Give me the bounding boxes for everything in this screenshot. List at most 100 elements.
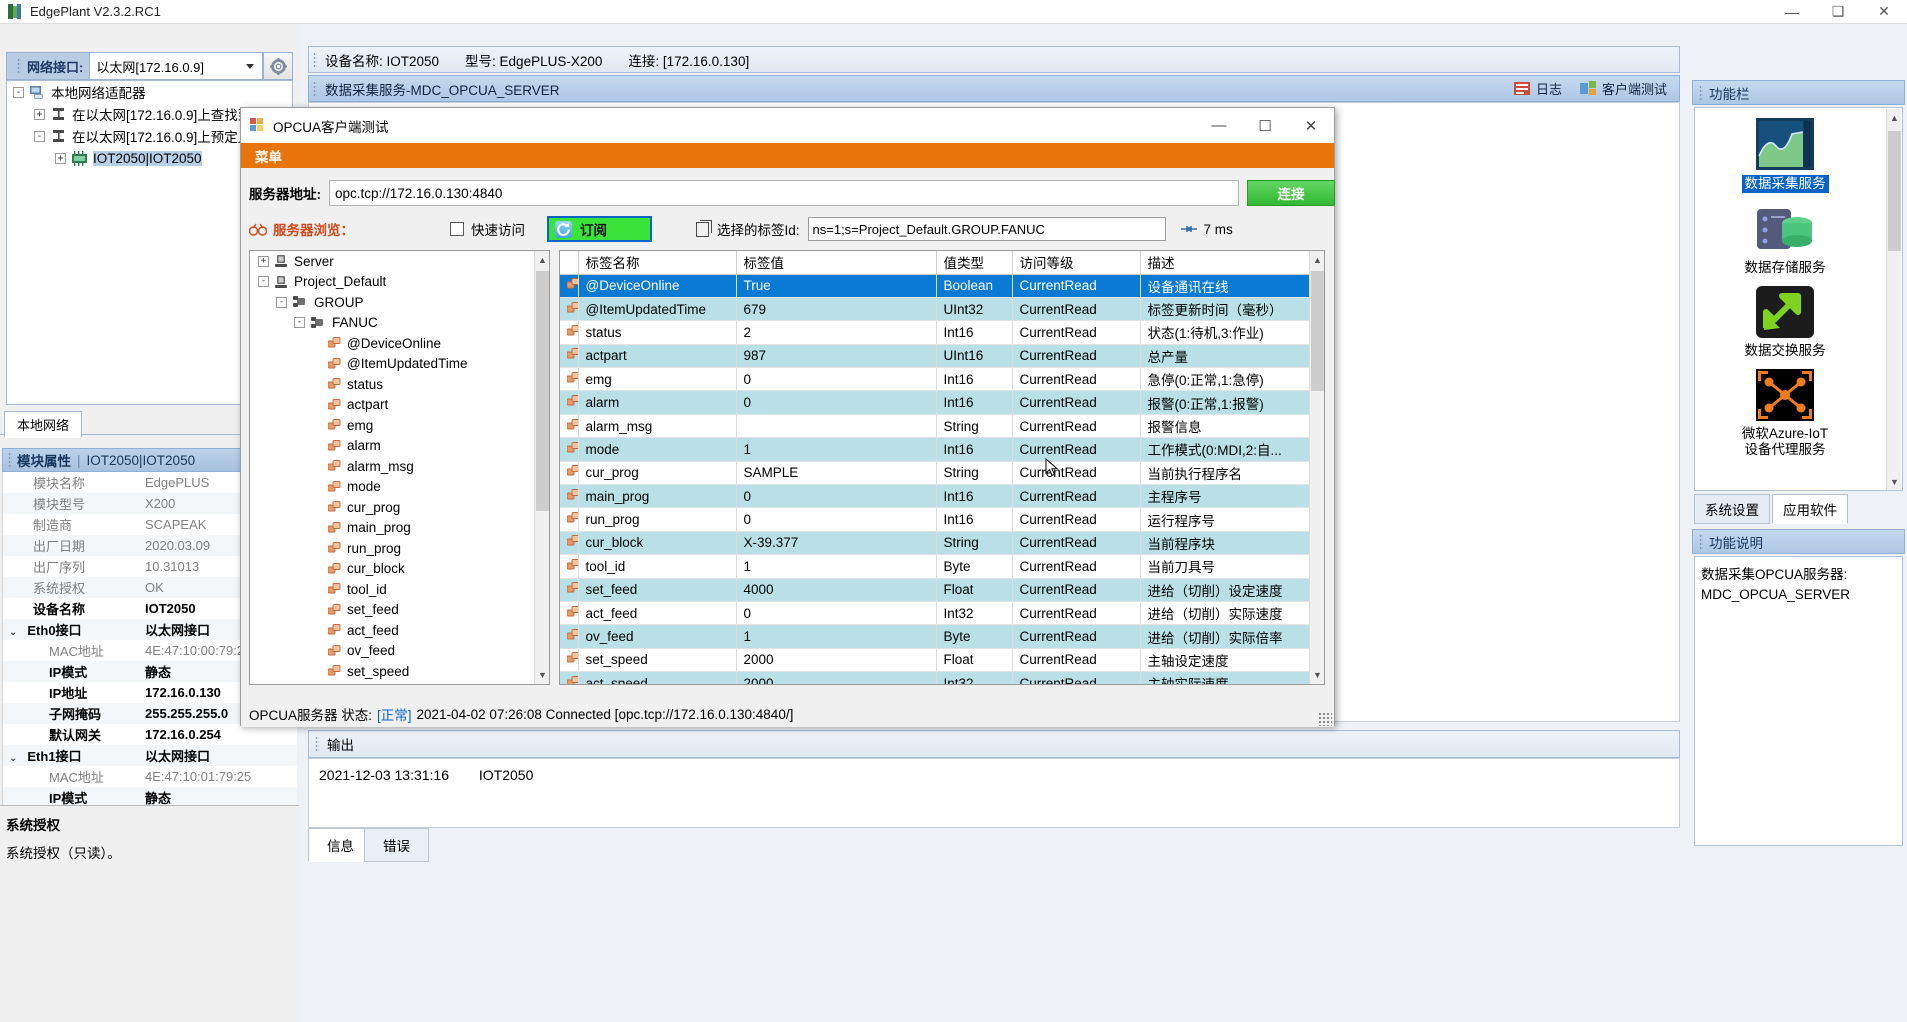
tag-table-row[interactable]: status 2 Int16 CurrentRead 状态(1:待机,3:作业): [560, 320, 1312, 345]
tree-expander-icon[interactable]: +: [258, 255, 269, 267]
output-body[interactable]: 2021-12-03 13:31:16 IOT2050: [308, 758, 1680, 828]
scroll-down-icon[interactable]: ▼: [1310, 666, 1324, 684]
opcua-tree-node[interactable]: actpart: [250, 395, 535, 416]
grid-column-header[interactable]: 标签值: [736, 251, 937, 275]
opcua-tree-node[interactable]: run_prog: [250, 538, 535, 559]
selected-tag-input[interactable]: [807, 217, 1166, 241]
grid-column-header[interactable]: 访问等级: [1012, 251, 1141, 275]
property-row[interactable]: ⌄ Eth1接口 以太网接口: [3, 745, 297, 766]
scroll-down-icon[interactable]: ▼: [1887, 473, 1902, 490]
opcua-tree-node[interactable]: alarm: [250, 436, 535, 457]
opcua-tree-node[interactable]: @ItemUpdatedTime: [250, 354, 535, 375]
opcua-tree-node[interactable]: - FANUC: [250, 313, 535, 334]
tag-table-row[interactable]: actpart 987 UInt16 CurrentRead 总产量: [560, 344, 1312, 369]
dialog-minimize-button[interactable]: —: [1196, 108, 1242, 143]
copy-icon[interactable]: [696, 219, 712, 237]
tag-table-row[interactable]: main_prog 0 Int16 CurrentRead 主程序号: [560, 484, 1312, 509]
grid-column-header[interactable]: 标签名称: [578, 251, 737, 275]
dialog-maximize-button[interactable]: ☐: [1242, 108, 1288, 143]
tab-local-network[interactable]: 本地网络: [4, 411, 83, 438]
opcua-tree-node[interactable]: - Project_Default: [250, 272, 535, 293]
opcua-tree-node[interactable]: set_feed: [250, 600, 535, 621]
dialog-menu-bar[interactable]: 菜单: [241, 143, 1334, 168]
dialog-resize-grip[interactable]: [1318, 712, 1332, 726]
tag-table-row[interactable]: act_speed 2000 Int32 CurrentRead 主轴实际速度: [560, 671, 1312, 684]
tab-application-software[interactable]: 应用软件: [1772, 494, 1848, 524]
property-expander-icon[interactable]: ⌄: [9, 753, 17, 764]
network-settings-button[interactable]: [263, 52, 293, 80]
tag-table-row[interactable]: run_prog 0 Int16 CurrentRead 运行程序号: [560, 507, 1312, 532]
opcua-tree-node[interactable]: tool_id: [250, 579, 535, 600]
tree-expander-icon[interactable]: -: [294, 317, 305, 329]
tree-expander-icon[interactable]: -: [276, 296, 287, 308]
tree-expander-icon[interactable]: +: [55, 152, 66, 164]
opcua-tree-node[interactable]: alarm_msg: [250, 456, 535, 477]
scrollbar-thumb[interactable]: [1888, 131, 1901, 251]
scroll-down-icon[interactable]: ▼: [535, 666, 549, 684]
tag-table-row[interactable]: set_feed 4000 Float CurrentRead 进给（切削）设定速度: [560, 578, 1312, 602]
tag-table-row[interactable]: act_feed 0 Int32 CurrentRead 进给（切削）实际速度: [560, 601, 1312, 626]
tree-expander-icon[interactable]: -: [258, 276, 269, 288]
tag-table-row[interactable]: set_speed 2000 Float CurrentRead 主轴设定速度: [560, 648, 1312, 673]
browse-tree-scrollbar[interactable]: ▲ ▼: [534, 251, 549, 684]
opcua-tree-node[interactable]: act_speed: [250, 682, 535, 685]
opcua-tree-node[interactable]: @DeviceOnline: [250, 333, 535, 354]
scrollbar-thumb[interactable]: [1311, 271, 1324, 391]
grid-column-header[interactable]: 描述: [1140, 251, 1312, 275]
tag-table-row[interactable]: @ItemUpdatedTime 679 UInt32 CurrentRead 标签更新…: [560, 297, 1312, 322]
function-list-item[interactable]: 数据采集服务: [1695, 108, 1875, 193]
opcua-tree-node[interactable]: - GROUP: [250, 292, 535, 313]
opcua-tree-node[interactable]: status: [250, 374, 535, 395]
tag-table-row[interactable]: mode 1 Int16 CurrentRead 工作模式(0:MDI,2:自...: [560, 437, 1312, 462]
property-row[interactable]: IP模式 静态: [3, 787, 297, 805]
function-list-scrollbar[interactable]: ▲ ▼: [1886, 109, 1902, 490]
grid-scrollbar[interactable]: ▲ ▼: [1309, 251, 1324, 684]
tag-table-row[interactable]: @DeviceOnline True Boolean CurrentRead 设备通讯在…: [560, 274, 1312, 298]
property-row[interactable]: MAC地址 4E:47:10:01:79:25: [3, 766, 297, 787]
close-button[interactable]: ✕: [1861, 0, 1907, 24]
tag-table-row[interactable]: cur_prog SAMPLE String CurrentRead 当前执行程序名: [560, 461, 1312, 486]
scrollbar-thumb[interactable]: [536, 271, 549, 511]
tag-table-row[interactable]: alarm 0 Int16 CurrentRead 报警(0:正常,1:报警): [560, 390, 1312, 415]
property-row[interactable]: 默认网关 172.16.0.254: [3, 724, 297, 745]
server-address-input[interactable]: [329, 180, 1239, 206]
grid-column-header[interactable]: 值类型: [936, 251, 1013, 275]
opcua-tree-node[interactable]: main_prog: [250, 518, 535, 539]
tag-table-row[interactable]: emg 0 Int16 CurrentRead 急停(0:正常,1:急停): [560, 367, 1312, 392]
opcua-tree-node[interactable]: + Server: [250, 251, 535, 272]
maximize-button[interactable]: ❑: [1815, 0, 1861, 24]
tab-system-settings[interactable]: 系统设置: [1694, 494, 1770, 524]
function-list[interactable]: 数据采集服务 数据存储服务 数据交换服务 微软Azure-IoT 设备代理服务 ▲ ▼: [1694, 107, 1903, 491]
tag-table-row[interactable]: tool_id 1 Byte CurrentRead 当前刀具号: [560, 554, 1312, 579]
scroll-up-icon[interactable]: ▲: [1310, 251, 1324, 269]
quick-access-checkbox[interactable]: 快速访问: [450, 219, 525, 239]
opcua-tree-node[interactable]: set_speed: [250, 661, 535, 682]
tag-table-row[interactable]: ov_feed 1 Byte CurrentRead 进给（切削）实际倍率: [560, 624, 1312, 649]
tree-expander-icon[interactable]: -: [34, 130, 45, 142]
opcua-tree-node[interactable]: mode: [250, 477, 535, 498]
tab-error[interactable]: 错误: [364, 828, 429, 862]
opcua-tree-node[interactable]: ov_feed: [250, 641, 535, 662]
tag-table-row[interactable]: alarm_msg String CurrentRead 报警信息: [560, 414, 1312, 439]
dialog-close-button[interactable]: ✕: [1288, 108, 1334, 143]
property-expander-icon[interactable]: ⌄: [9, 627, 17, 638]
subscribe-button[interactable]: 订阅: [547, 216, 652, 242]
tag-table-row[interactable]: cur_block X-39.377 String CurrentRead 当前程序块: [560, 531, 1312, 556]
tag-value-grid[interactable]: 标签名称 标签值 值类型 访问等级 描述 @DeviceOnline True Boolea…: [559, 250, 1325, 685]
tree-expander-icon[interactable]: -: [13, 86, 24, 98]
opcua-tree-node[interactable]: cur_prog: [250, 497, 535, 518]
opcua-tree-node[interactable]: act_feed: [250, 620, 535, 641]
network-tree-node[interactable]: - 本地网络适配器: [7, 81, 292, 103]
function-list-item[interactable]: 数据存储服务: [1695, 193, 1875, 276]
opcua-tree-node[interactable]: cur_block: [250, 559, 535, 580]
opcua-tree-node[interactable]: emg: [250, 415, 535, 436]
tree-expander-icon[interactable]: +: [34, 108, 45, 120]
minimize-button[interactable]: —: [1769, 0, 1815, 24]
function-list-item[interactable]: 数据交换服务: [1695, 276, 1875, 359]
function-list-item[interactable]: 微软Azure-IoT 设备代理服务: [1695, 359, 1875, 458]
log-button[interactable]: 日志: [1513, 79, 1562, 98]
opcua-browse-tree[interactable]: + Server - Project_Default - GROUP - FANUC @Devi…: [249, 250, 550, 685]
connect-button[interactable]: 连接: [1247, 180, 1335, 206]
client-test-button[interactable]: 客户端测试: [1579, 79, 1667, 98]
network-interface-select[interactable]: 以太网[172.16.0.9]: [89, 52, 263, 80]
